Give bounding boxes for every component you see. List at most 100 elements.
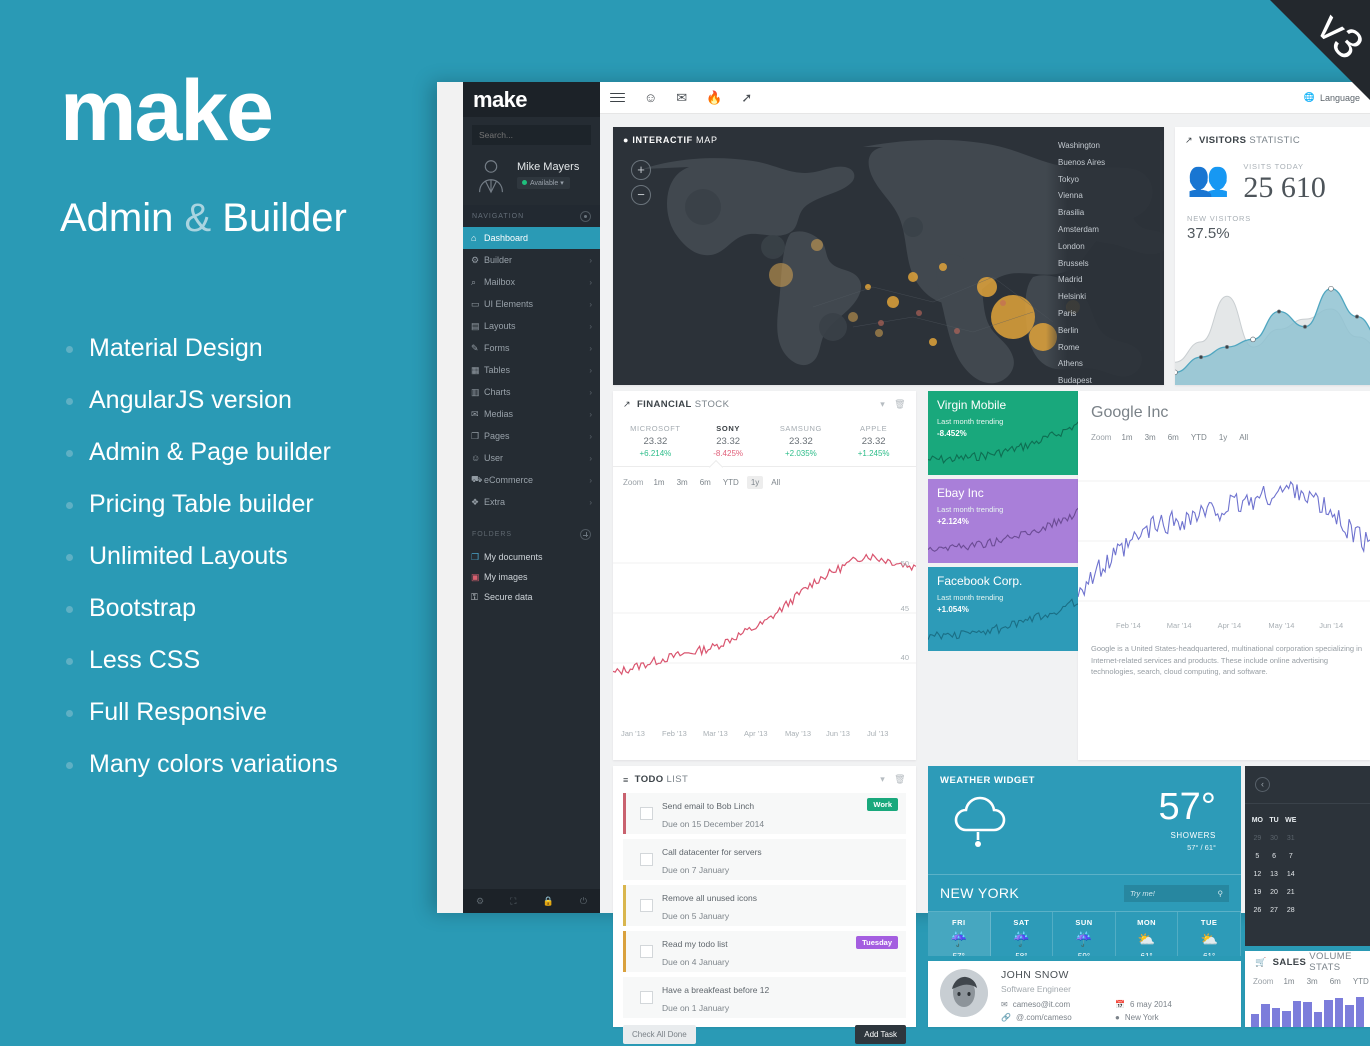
company-trend-card[interactable]: Virgin Mobile Last month trending -8.452%: [928, 391, 1083, 475]
zoom-option-1y[interactable]: 1y: [746, 476, 764, 489]
zoom-option-3m[interactable]: 3m: [673, 476, 692, 489]
stock-ticker[interactable]: APPLE 23.32 +1.245%: [837, 424, 910, 458]
zoom-option-1m[interactable]: 1m: [1117, 431, 1136, 444]
map-city-item[interactable]: Brussels: [1058, 259, 1164, 276]
sidebar-folder-secure-data[interactable]: ⚿ Secure data: [463, 587, 600, 607]
sidebar-item-medias[interactable]: ✉ Medias ›: [463, 403, 600, 425]
gear-icon[interactable]: [580, 211, 591, 222]
todo-checkbox[interactable]: [640, 991, 653, 1004]
company-trend-card[interactable]: Facebook Corp. Last month trending +1.054%: [928, 567, 1083, 651]
sidebar-item-extra[interactable]: ❖ Extra ›: [463, 491, 600, 513]
sidebar-item-charts[interactable]: ▥ Charts ›: [463, 381, 600, 403]
fullscreen-icon[interactable]: ⛶: [510, 896, 516, 907]
todo-checkbox[interactable]: [640, 807, 653, 820]
zoom-option-1m[interactable]: 1m: [649, 476, 668, 489]
check-all-done-button[interactable]: Check All Done: [623, 1025, 696, 1044]
map-city-item[interactable]: Budapest: [1058, 376, 1164, 385]
map-city-item[interactable]: Athens: [1058, 359, 1164, 376]
fire-icon[interactable]: 🔥: [706, 91, 722, 104]
todo-checkbox[interactable]: [640, 899, 653, 912]
add-task-button[interactable]: Add Task: [855, 1025, 906, 1044]
calendar-day[interactable]: 27: [1266, 902, 1283, 920]
calendar-day[interactable]: 13: [1266, 866, 1283, 884]
calendar-prev-button[interactable]: ‹: [1255, 777, 1270, 792]
lock-icon[interactable]: 🔒: [543, 896, 554, 907]
zoom-option-ytd[interactable]: YTD: [1349, 975, 1370, 988]
map-city-item[interactable]: Brasilia: [1058, 208, 1164, 225]
zoom-option-1m[interactable]: 1m: [1279, 975, 1298, 988]
company-trend-card[interactable]: Ebay Inc Last month trending +2.124%: [928, 479, 1083, 563]
zoom-option-all[interactable]: All: [1235, 431, 1252, 444]
zoom-option-3m[interactable]: 3m: [1303, 975, 1322, 988]
map-city-item[interactable]: Madrid: [1058, 275, 1164, 292]
sidebar-item-forms[interactable]: ✎ Forms ›: [463, 337, 600, 359]
stock-ticker[interactable]: SONY 23.32 -8.425%: [692, 424, 765, 458]
calendar-grid[interactable]: MO TU WE 29 30 31 5 6 7 12 13 14 19 20 21 26 27 28: [1245, 804, 1370, 920]
stock-ticker[interactable]: SAMSUNG 23.32 +2.035%: [765, 424, 838, 458]
zoom-option-6m[interactable]: 6m: [1164, 431, 1183, 444]
map-city-item[interactable]: Buenos Aires: [1058, 158, 1164, 175]
todo-item[interactable]: Read my todo list Due on 4 January Tuesday: [623, 931, 906, 972]
calendar-day[interactable]: 5: [1249, 848, 1266, 866]
settings-icon[interactable]: ⚙: [476, 896, 484, 907]
weather-day[interactable]: TUE ⛅ 61°: [1178, 912, 1241, 956]
weather-day[interactable]: SUN ☔ 59°: [1053, 912, 1116, 956]
calendar-day[interactable]: 26: [1249, 902, 1266, 920]
sidebar-user[interactable]: Mike Mayers Available ▾: [463, 149, 600, 205]
user-icon[interactable]: ☺: [644, 91, 657, 104]
calendar-day[interactable]: 7: [1282, 848, 1299, 866]
power-icon[interactable]: ⏻: [580, 896, 587, 907]
weather-day[interactable]: MON ⛅ 61°: [1116, 912, 1179, 956]
sidebar-item-mailbox[interactable]: ⌕ Mailbox ›: [463, 271, 600, 293]
todo-item[interactable]: Send email to Bob Linch Due on 15 Decembe…: [623, 793, 906, 834]
sidebar-item-pages[interactable]: ❐ Pages ›: [463, 425, 600, 447]
zoom-option-ytd[interactable]: YTD: [719, 476, 743, 489]
map-city-item[interactable]: London: [1058, 242, 1164, 259]
chevron-down-icon[interactable]: ▾: [880, 774, 885, 785]
weather-day[interactable]: FRI ☔ 57°: [928, 912, 991, 956]
sidebar-folder-my-documents[interactable]: ❐ My documents: [463, 547, 600, 567]
calendar-day[interactable]: 12: [1249, 866, 1266, 884]
weather-day[interactable]: SAT ☔ 58°: [991, 912, 1054, 956]
stock-ticker[interactable]: MICROSOFT 23.32 +6.214%: [619, 424, 692, 458]
sidebar-item-builder[interactable]: ⚙ Builder ›: [463, 249, 600, 271]
map-city-item[interactable]: Washington: [1058, 141, 1164, 158]
todo-item[interactable]: Have a breakfeast before 12 Due on 1 Janu…: [623, 977, 906, 1018]
map-city-item[interactable]: Rome: [1058, 343, 1164, 360]
calendar-day[interactable]: 14: [1282, 866, 1299, 884]
todo-checkbox[interactable]: [640, 853, 653, 866]
sidebar-item-dashboard[interactable]: ⌂ Dashboard: [463, 227, 600, 249]
map-city-item[interactable]: Vienna: [1058, 191, 1164, 208]
map-city-item[interactable]: Berlin: [1058, 326, 1164, 343]
todo-item[interactable]: Call datacenter for servers Due on 7 Janu…: [623, 839, 906, 880]
map-zoom-in-button[interactable]: +: [631, 160, 651, 180]
sidebar-item-tables[interactable]: ▦ Tables ›: [463, 359, 600, 381]
trash-icon[interactable]: 🗑: [894, 399, 906, 410]
todo-checkbox[interactable]: [640, 945, 653, 958]
calendar-day[interactable]: 21: [1282, 884, 1299, 902]
calendar-day[interactable]: 30: [1266, 830, 1283, 848]
map-zoom-out-button[interactable]: −: [631, 185, 651, 205]
sidebar-item-ecommerce[interactable]: ⛟ eCommerce ›: [463, 469, 600, 491]
map-city-item[interactable]: Amsterdam: [1058, 225, 1164, 242]
map-city-list[interactable]: Washington Buenos Aires Tokyo Vienna Brasili…: [1046, 127, 1164, 385]
rocket-icon[interactable]: ➚: [741, 91, 752, 104]
zoom-option-1y[interactable]: 1y: [1215, 431, 1231, 444]
mail-icon[interactable]: ✉: [676, 91, 687, 104]
calendar-day[interactable]: 19: [1249, 884, 1266, 902]
calendar-day[interactable]: 31: [1282, 830, 1299, 848]
calendar-day[interactable]: 29: [1249, 830, 1266, 848]
trash-icon[interactable]: 🗑: [894, 774, 906, 785]
sidebar-item-user[interactable]: ☺ User ›: [463, 447, 600, 469]
calendar-day[interactable]: 6: [1266, 848, 1283, 866]
calendar-day[interactable]: 20: [1266, 884, 1283, 902]
zoom-option-all[interactable]: All: [767, 476, 784, 489]
todo-item[interactable]: Remove all unused icons Due on 5 January: [623, 885, 906, 926]
menu-icon[interactable]: [610, 90, 625, 105]
zoom-option-6m[interactable]: 6m: [696, 476, 715, 489]
zoom-option-6m[interactable]: 6m: [1326, 975, 1345, 988]
search-input[interactable]: [472, 125, 591, 145]
calendar-day[interactable]: 28: [1282, 902, 1299, 920]
zoom-option-3m[interactable]: 3m: [1141, 431, 1160, 444]
map-city-item[interactable]: Tokyo: [1058, 175, 1164, 192]
